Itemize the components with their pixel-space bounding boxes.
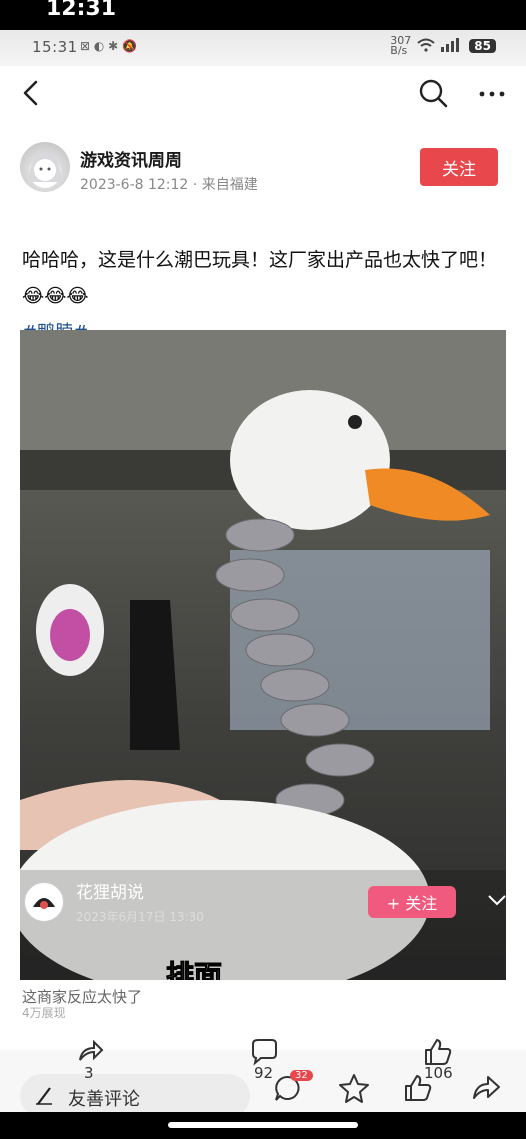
more-dots-icon	[479, 91, 505, 97]
expand-button[interactable]	[486, 892, 506, 908]
post-text: 哈哈哈，这是什么潮巴玩具！这厂家出产品也太快了吧！😂😂😂	[22, 249, 498, 307]
more-button[interactable]	[474, 76, 510, 110]
status-time-ghost: 12:31	[46, 0, 117, 21]
comment-count: 92	[254, 1064, 274, 1082]
back-button[interactable]	[16, 76, 50, 110]
post-meta: 2023-6-8 12:12 · 来自福建	[80, 177, 258, 193]
bottom-action-bar: 友善评论 3 92 32 106	[0, 1039, 526, 1112]
video-follow-button[interactable]: + 关注	[368, 886, 456, 918]
like-button-2[interactable]	[402, 1072, 434, 1104]
thumbs-up-outline-icon	[405, 1075, 432, 1101]
share-button[interactable]	[470, 1072, 502, 1104]
status-bar: 15:31 ⊠ ◐ ✱ 🔕 307 B/s 85	[0, 30, 526, 66]
video-description-sub: 4万展现	[22, 1006, 66, 1020]
video-upload-date: 2023年6月17日 13:30	[76, 910, 204, 924]
home-indicator[interactable]	[168, 1122, 358, 1128]
repost-count: 3	[84, 1064, 94, 1082]
follow-button[interactable]: 关注	[420, 148, 498, 186]
chevron-down-icon	[488, 895, 506, 906]
top-status-bar: 12:31	[0, 0, 526, 30]
comment-placeholder: 友善评论	[68, 1089, 140, 1110]
star-icon	[339, 1074, 369, 1103]
search-button[interactable]	[416, 76, 450, 110]
net-speed: 307 B/s	[390, 34, 412, 57]
anime-avatar-icon	[28, 152, 62, 182]
pen-icon	[36, 1087, 52, 1105]
video-subtitle: 排面	[165, 959, 223, 981]
top-nav-bar	[0, 66, 526, 122]
battery-level: 85	[469, 39, 496, 53]
status-time: 15:31	[32, 38, 78, 56]
status-icons: ⊠ ◐ ✱ 🔕	[80, 39, 137, 53]
author-name[interactable]: 游戏资讯周周	[80, 146, 182, 171]
author-avatar[interactable]	[20, 142, 70, 192]
comment-badge: 32	[290, 1070, 313, 1081]
share-forward-icon	[473, 1076, 500, 1099]
author-header: 游戏资讯周周 2023-6-8 12:12 · 来自福建 关注	[20, 142, 510, 198]
status-right-group: 307 B/s 85	[390, 34, 496, 57]
wifi-icon	[417, 38, 435, 55]
video-uploader-name[interactable]: 花狸胡说	[76, 878, 144, 903]
search-icon	[419, 79, 448, 108]
comment-input[interactable]: 友善评论	[20, 1074, 250, 1112]
chevron-left-icon	[23, 80, 38, 106]
favorite-button[interactable]	[338, 1072, 370, 1104]
signal-icon	[441, 37, 463, 55]
uploader-avatar-icon	[27, 885, 61, 919]
video-player[interactable]: 花狸胡说 2023年6月17日 13:30 + 关注 排面	[20, 330, 506, 980]
app-screen: 15:31 ⊠ ◐ ✱ 🔕 307 B/s 85 游戏资讯周周 2023-6-8…	[0, 30, 526, 1112]
uploader-avatar[interactable]	[24, 882, 64, 922]
